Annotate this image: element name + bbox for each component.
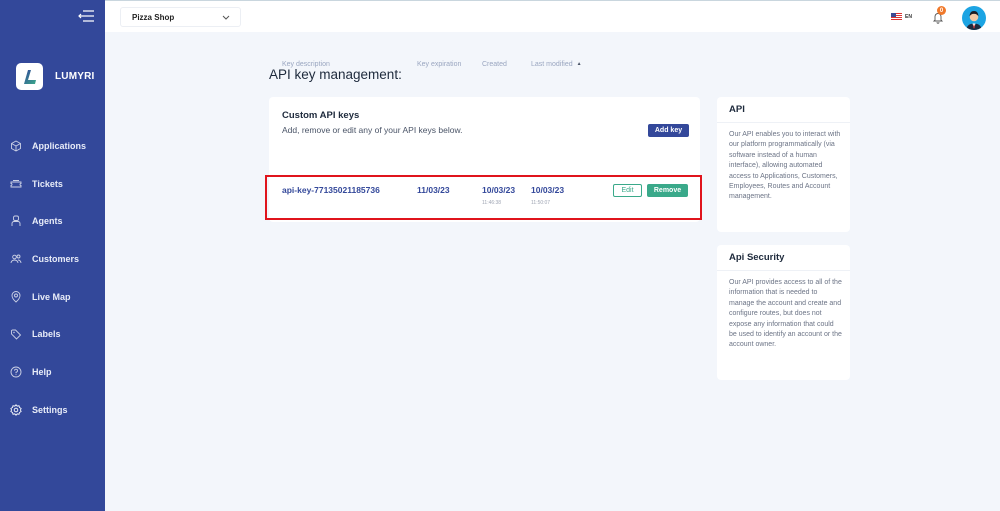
column-header-created[interactable]: Created bbox=[482, 61, 507, 68]
top-bar: Pizza Shop EN 0 bbox=[105, 0, 1000, 32]
users-icon bbox=[10, 253, 22, 265]
info-card-body: Our API provides access to all of the in… bbox=[729, 279, 842, 349]
sidebar-item-label: Labels bbox=[32, 329, 61, 340]
info-card-body: Our API enables you to interact with our… bbox=[729, 131, 841, 201]
brand-name: LUMYRI bbox=[55, 71, 95, 82]
map-pin-icon bbox=[10, 290, 22, 303]
sidebar-item-labels[interactable]: Labels bbox=[0, 315, 105, 353]
page-title: API key management: bbox=[269, 67, 402, 82]
user-avatar-icon bbox=[966, 11, 982, 30]
notification-badge: 0 bbox=[937, 6, 946, 15]
card-title: Custom API keys bbox=[282, 110, 360, 121]
sidebar-item-label: Customers bbox=[32, 253, 80, 264]
column-header-key-expiration[interactable]: Key expiration bbox=[417, 61, 461, 68]
us-flag-icon bbox=[891, 13, 902, 20]
api-info-card: API Our API enables you to interact with… bbox=[717, 97, 850, 232]
column-header-last-modified[interactable]: Last modified ▲︎ bbox=[531, 61, 582, 68]
api-security-card: Api Security Our API provides access to … bbox=[717, 245, 850, 380]
box-icon bbox=[10, 140, 22, 152]
sidebar: LUMYRI Applications Tickets Agents Custo… bbox=[0, 0, 105, 511]
menu-collapse-icon bbox=[78, 10, 94, 22]
card-subtitle: Add, remove or edit any of your API keys… bbox=[282, 125, 463, 135]
sidebar-item-label: Settings bbox=[32, 404, 68, 415]
info-card-title: API bbox=[717, 97, 850, 123]
sidebar-item-live-map[interactable]: Live Map bbox=[0, 278, 105, 316]
edit-key-button[interactable]: Edit bbox=[613, 184, 642, 197]
table-row-highlight bbox=[265, 175, 702, 220]
sidebar-nav: Applications Tickets Agents Customers Li… bbox=[0, 127, 105, 429]
collapse-sidebar-button[interactable] bbox=[77, 9, 95, 23]
key-expiration: 11/03/23 bbox=[417, 185, 450, 195]
gear-icon bbox=[10, 403, 22, 416]
sidebar-item-agents[interactable]: Agents bbox=[0, 202, 105, 240]
key-modified-time: 11:50:07 bbox=[531, 200, 551, 206]
logo-icon bbox=[23, 69, 36, 84]
shop-select-value: Pizza Shop bbox=[132, 12, 175, 22]
key-created-time: 11:46:38 bbox=[482, 200, 502, 206]
sidebar-item-settings[interactable]: Settings bbox=[0, 391, 105, 429]
column-header-label: Last modified bbox=[531, 61, 573, 68]
sidebar-item-label: Tickets bbox=[32, 178, 63, 189]
column-header-key-description[interactable]: Key description bbox=[282, 61, 330, 68]
sidebar-item-label: Applications bbox=[32, 140, 87, 151]
sidebar-item-help[interactable]: Help bbox=[0, 353, 105, 391]
add-key-button[interactable]: Add key bbox=[648, 124, 689, 137]
help-icon bbox=[10, 366, 22, 378]
language-selector[interactable]: EN bbox=[891, 13, 912, 20]
chevron-down-icon bbox=[222, 15, 230, 20]
brand: LUMYRI bbox=[16, 63, 95, 90]
sidebar-item-label: Help bbox=[32, 366, 52, 377]
key-modified-date: 10/03/23 bbox=[531, 185, 565, 195]
ticket-icon bbox=[10, 178, 22, 190]
brand-logo bbox=[16, 63, 43, 90]
key-created-date: 10/03/23 bbox=[482, 185, 516, 195]
shop-select[interactable]: Pizza Shop bbox=[120, 7, 241, 27]
sidebar-item-customers[interactable]: Customers bbox=[0, 240, 105, 278]
remove-key-button[interactable]: Remove bbox=[647, 184, 688, 197]
sidebar-item-applications[interactable]: Applications bbox=[0, 127, 105, 165]
sidebar-item-label: Live Map bbox=[32, 291, 71, 302]
sort-icon: ▲︎ bbox=[576, 61, 582, 67]
key-description[interactable]: api-key-77135021185736 bbox=[282, 185, 380, 195]
language-label: EN bbox=[905, 13, 912, 20]
avatar[interactable] bbox=[962, 6, 986, 30]
info-card-title: Api Security bbox=[717, 245, 850, 271]
tag-icon bbox=[10, 328, 22, 340]
sidebar-item-tickets[interactable]: Tickets bbox=[0, 165, 105, 203]
sidebar-item-label: Agents bbox=[32, 216, 63, 227]
agent-icon bbox=[10, 215, 22, 227]
